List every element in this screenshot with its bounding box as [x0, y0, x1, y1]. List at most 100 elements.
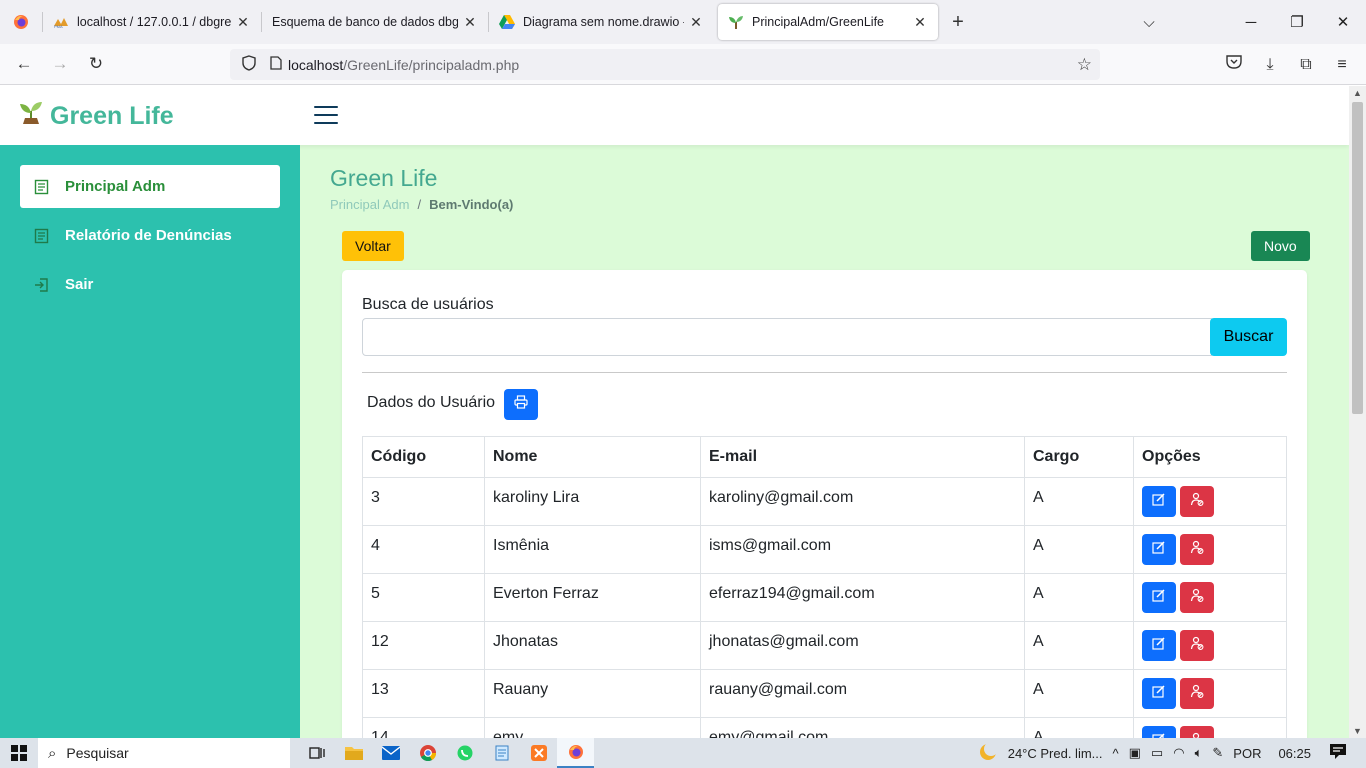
- page-icon[interactable]: [264, 56, 288, 73]
- sidebar-item-sair[interactable]: Sair: [20, 263, 280, 306]
- chrome-icon[interactable]: [409, 745, 446, 761]
- cell-cargo: A: [1024, 573, 1134, 622]
- tray-apps-icon[interactable]: ▣: [1129, 745, 1141, 761]
- battery-icon[interactable]: ▭: [1151, 745, 1163, 761]
- sidebar-item-relatorio-denuncias[interactable]: Relatório de Denúncias: [20, 214, 280, 257]
- new-tab-icon[interactable]: +: [938, 11, 978, 34]
- edit-user-button[interactable]: [1142, 678, 1176, 709]
- delete-user-button[interactable]: [1180, 678, 1214, 709]
- cell-nome: emy: [484, 717, 701, 738]
- whatsapp-icon[interactable]: [446, 745, 483, 761]
- bookmark-star-icon[interactable]: ☆: [1077, 55, 1092, 75]
- cell-opcoes: [1133, 669, 1287, 718]
- clock-time[interactable]: 06:25: [1278, 746, 1311, 761]
- hamburger-menu-icon[interactable]: [314, 106, 338, 126]
- weather-moon-icon[interactable]: [978, 741, 998, 765]
- search-input[interactable]: [362, 318, 1212, 356]
- table-row: 14 emy emy@gmail.com A: [362, 717, 1287, 738]
- cell-cargo: A: [1024, 717, 1134, 738]
- page-scrollbar[interactable]: ▲ ▼: [1349, 86, 1366, 738]
- notifications-icon[interactable]: [1330, 744, 1346, 762]
- edit-user-button[interactable]: [1142, 582, 1176, 613]
- edit-user-button[interactable]: [1142, 534, 1176, 565]
- download-icon[interactable]: ⤓: [1252, 56, 1288, 74]
- app-menu-icon[interactable]: ≡: [1324, 56, 1360, 74]
- edit-user-button[interactable]: [1142, 486, 1176, 517]
- edit-user-button[interactable]: [1142, 630, 1176, 661]
- wifi-icon[interactable]: ◠: [1173, 745, 1184, 761]
- brand-logo[interactable]: Green Life: [18, 100, 174, 133]
- sidebar-item-principal-adm[interactable]: Principal Adm: [20, 165, 280, 208]
- scroll-up-icon[interactable]: ▲: [1349, 88, 1366, 98]
- delete-user-button[interactable]: [1180, 726, 1214, 738]
- tab-list-icon[interactable]: ⌵: [1126, 14, 1172, 31]
- close-tab-icon[interactable]: ✕: [462, 14, 478, 31]
- edit-user-button[interactable]: [1142, 726, 1176, 738]
- firefox-menu-icon[interactable]: [0, 0, 42, 44]
- delete-user-button[interactable]: [1180, 534, 1214, 565]
- edit-icon: [1152, 588, 1166, 607]
- language-indicator[interactable]: POR: [1233, 746, 1261, 761]
- sprout-icon: [18, 100, 44, 133]
- shield-icon[interactable]: [234, 55, 264, 74]
- tab-principaladm[interactable]: PrincipalAdm/GreenLife ✕: [718, 4, 938, 40]
- pocket-icon[interactable]: [1216, 55, 1252, 74]
- voltar-button[interactable]: Voltar: [342, 231, 404, 261]
- edit-icon: [1152, 684, 1166, 703]
- table-row: 3 karoliny Lira karoliny@gmail.com A: [362, 477, 1287, 526]
- cell-email: jhonatas@gmail.com: [700, 621, 1025, 670]
- delete-user-button[interactable]: [1180, 582, 1214, 613]
- browser-nav-bar: ← → ↻ localhost/GreenLife/principaladm.p…: [0, 44, 1366, 85]
- delete-user-button[interactable]: [1180, 486, 1214, 517]
- sprout-icon: [728, 14, 744, 30]
- file-explorer-icon[interactable]: [335, 746, 372, 760]
- scrollbar-thumb[interactable]: [1352, 102, 1363, 414]
- edit-icon: [1152, 492, 1166, 511]
- xampp-icon[interactable]: [520, 745, 557, 761]
- windows-start-icon[interactable]: [0, 745, 38, 761]
- weather-text[interactable]: 24°C Pred. lim...: [1008, 746, 1103, 761]
- search-icon: ⌕: [48, 744, 57, 762]
- tab-drawio[interactable]: Diagrama sem nome.drawio - Google Drive …: [489, 4, 714, 40]
- tab-esquema[interactable]: Esquema de banco de dados dbgreenlife ✕: [262, 4, 488, 40]
- tab-phpmyadmin[interactable]: PMA localhost / 127.0.0.1 / dbgreenlife …: [43, 4, 261, 40]
- close-tab-icon[interactable]: ✕: [235, 14, 251, 31]
- close-tab-icon[interactable]: ✕: [688, 14, 704, 31]
- delete-user-button[interactable]: [1180, 630, 1214, 661]
- reload-icon[interactable]: ↻: [78, 54, 114, 74]
- cell-email: eferraz194@gmail.com: [700, 573, 1025, 622]
- close-tab-icon[interactable]: ✕: [912, 14, 928, 31]
- print-button[interactable]: [504, 389, 538, 420]
- pen-icon[interactable]: ✎: [1212, 745, 1223, 761]
- extensions-icon[interactable]: ⧉: [1288, 56, 1324, 74]
- cell-codigo: 3: [362, 477, 485, 526]
- buscar-button[interactable]: Buscar: [1210, 318, 1287, 356]
- back-arrow-icon[interactable]: ←: [6, 54, 42, 74]
- scroll-down-icon[interactable]: ▼: [1349, 726, 1366, 736]
- document-icon: [34, 179, 52, 195]
- novo-button[interactable]: Novo: [1251, 231, 1310, 261]
- table-row: 12 Jhonatas jhonatas@gmail.com A: [362, 621, 1287, 670]
- forward-arrow-icon[interactable]: →: [42, 54, 78, 74]
- minimize-icon[interactable]: ─: [1228, 14, 1274, 31]
- svg-text:PMA: PMA: [54, 24, 63, 28]
- printer-icon: [514, 395, 528, 414]
- column-header-opcoes: Opções: [1133, 436, 1287, 478]
- chevron-up-icon[interactable]: ^: [1113, 746, 1119, 761]
- mail-icon[interactable]: [372, 746, 409, 760]
- cell-codigo: 4: [362, 525, 485, 574]
- speaker-icon[interactable]: 🔈︎: [1195, 745, 1203, 761]
- breadcrumb-link-principal-adm[interactable]: Principal Adm: [330, 197, 409, 212]
- firefox-taskbar-icon[interactable]: [557, 738, 594, 768]
- table-row: 4 Ismênia isms@gmail.com A: [362, 525, 1287, 574]
- task-view-icon[interactable]: [298, 746, 335, 760]
- url-bar[interactable]: localhost/GreenLife/principaladm.php ☆: [230, 49, 1100, 80]
- close-window-icon[interactable]: ✕: [1320, 13, 1366, 31]
- logout-icon: [34, 277, 52, 293]
- page-viewport: Green Life Principal Adm Relatório de De…: [0, 86, 1349, 738]
- cell-cargo: A: [1024, 477, 1134, 526]
- breadcrumb: Principal Adm / Bem-Vindo(a): [330, 197, 513, 212]
- taskbar-search-input[interactable]: ⌕ Pesquisar: [38, 738, 290, 768]
- restore-icon[interactable]: ❐: [1274, 13, 1320, 31]
- notepad-icon[interactable]: [483, 745, 520, 761]
